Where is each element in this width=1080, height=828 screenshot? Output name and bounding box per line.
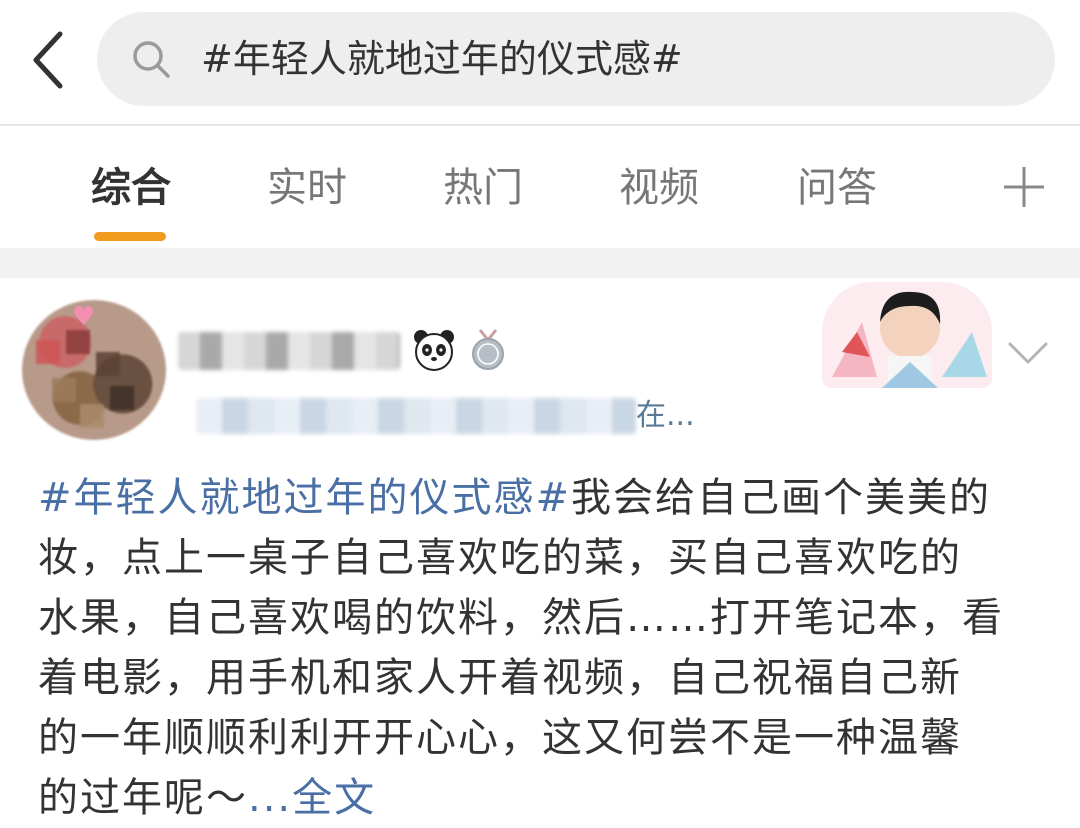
tab-realtime[interactable]: 实时 (260, 156, 354, 220)
top-bar: #年轻人就地过年的仪式感# (0, 0, 1080, 124)
post-text: 妆，点上一桌子自己喜欢吃的菜，买自己喜欢吃的 (38, 535, 962, 581)
avatar-badge-decoration[interactable] (822, 282, 992, 388)
hashtag-link[interactable]: #年轻人就地过年的仪式感# (38, 475, 571, 521)
post-text: 着电影，用手机和家人开着视频，自己祝福自己新 (38, 655, 962, 701)
post-meta-tail: 在... (636, 398, 695, 433)
post-line: #年轻人就地过年的仪式感#我会给自己画个美美的 (38, 468, 1048, 528)
chevron-down-icon[interactable] (1006, 338, 1050, 368)
post-text: 水果，自己喜欢喝的饮料，然后……打开笔记本，看 (38, 595, 1004, 641)
back-icon (33, 31, 63, 89)
tab-hot[interactable]: 热门 (436, 156, 530, 220)
search-box[interactable]: #年轻人就地过年的仪式感# (97, 12, 1055, 106)
panda-icon (414, 330, 454, 371)
post-line: 水果，自己喜欢喝的饮料，然后……打开笔记本，看 (38, 588, 1048, 648)
back-button[interactable] (24, 28, 72, 92)
add-icon[interactable] (1000, 163, 1048, 211)
search-icon (133, 41, 170, 78)
post-line: 的一年顺顺利利开开心心，这又何尝不是一种温馨 (38, 708, 1048, 768)
section-separator (0, 248, 1080, 278)
tab-video[interactable]: 视频 (612, 156, 706, 220)
post-meta-blurred (196, 398, 636, 434)
heart-decoration: ♥ (72, 302, 96, 332)
badge-illustration (832, 291, 987, 388)
username-blurred[interactable] (178, 332, 400, 370)
medal-icon (472, 329, 504, 370)
tab-qa[interactable]: 问答 (790, 156, 884, 220)
post-line: 着电影，用手机和家人开着视频，自己祝福自己新 (38, 648, 1048, 708)
post-line: 的过年呢～...全文 (38, 768, 1048, 828)
post-text: 的过年呢～ (38, 775, 248, 821)
tab-bar: 综合 实时 热门 视频 问答 (0, 126, 1080, 248)
tab-comprehensive[interactable]: 综合 (84, 156, 178, 220)
post-text: 我会给自己画个美美的 (571, 475, 992, 521)
search-query[interactable]: #年轻人就地过年的仪式感# (201, 12, 683, 106)
read-full-link[interactable]: ...全文 (248, 775, 376, 821)
active-tab-indicator (94, 232, 166, 241)
post-line: 妆，点上一桌子自己喜欢吃的菜，买自己喜欢吃的 (38, 528, 1048, 588)
post-text: 的一年顺顺利利开开心心，这又何尝不是一种温馨 (38, 715, 962, 761)
post-body: #年轻人就地过年的仪式感#我会给自己画个美美的 妆，点上一桌子自己喜欢吃的菜，买… (38, 468, 1048, 828)
